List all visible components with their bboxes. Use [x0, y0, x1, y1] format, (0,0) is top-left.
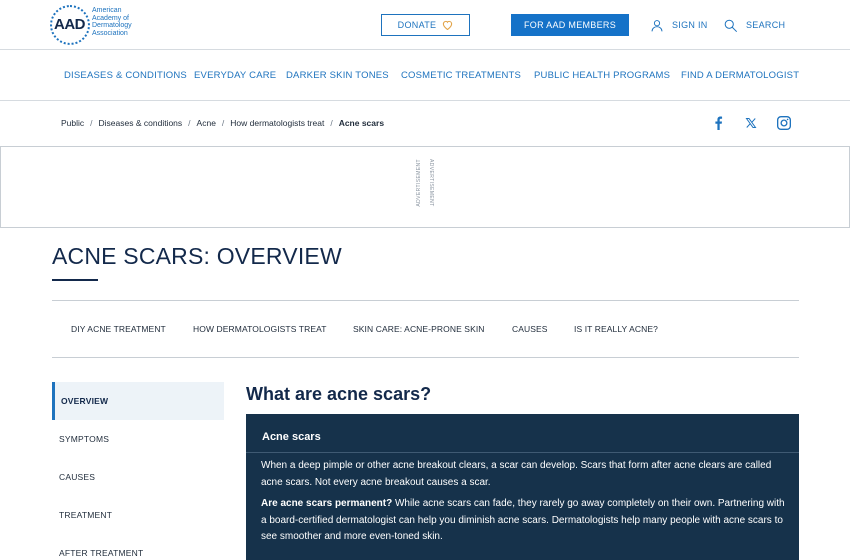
- aad-logo[interactable]: AAD American Academy of Dermatology Asso…: [50, 5, 190, 45]
- nav-darker-skin-tones[interactable]: DARKER SKIN TONES: [286, 70, 389, 81]
- x-icon: [745, 118, 757, 128]
- advertisement-label: ADVERTISEMENT: [416, 159, 422, 207]
- infobox-title: Acne scars: [262, 431, 321, 443]
- breadcrumb-separator: /: [221, 118, 225, 128]
- search-label: SEARCH: [746, 20, 786, 30]
- breadcrumb-how-dermatologists-treat[interactable]: How dermatologists treat: [230, 118, 324, 128]
- logo-text: American Academy of Dermatology Associat…: [92, 7, 172, 37]
- breadcrumb-separator: /: [90, 118, 93, 128]
- members-label: FOR AAD MEMBERS: [523, 20, 616, 30]
- breadcrumb-separator: /: [330, 118, 333, 128]
- logo-line: Association: [92, 29, 128, 37]
- page-title: ACNE SCARS: OVERVIEW: [52, 243, 342, 269]
- logo-line: American: [92, 7, 122, 14]
- acne-scars-infobox: Acne scars When a deep pimple or other a…: [246, 414, 799, 560]
- instagram-link[interactable]: [774, 114, 794, 132]
- breadcrumb: Public / Diseases & conditions / Acne / …: [61, 118, 384, 128]
- sign-in-link[interactable]: SIGN IN: [650, 17, 708, 33]
- facebook-icon: [714, 116, 722, 130]
- sidebar-item-overview[interactable]: OVERVIEW: [52, 382, 224, 420]
- infobox-question: Are acne scars permanent?: [261, 498, 393, 509]
- logo-mark: AAD: [54, 16, 86, 33]
- user-icon: [651, 19, 663, 31]
- donate-button[interactable]: DONATE: [381, 14, 470, 36]
- logo-line: Dermatology: [92, 22, 132, 29]
- nav-cosmetic-treatments[interactable]: COSMETIC TREATMENTS: [401, 70, 521, 81]
- breadcrumb-separator: /: [188, 118, 191, 128]
- instagram-icon: [777, 116, 791, 130]
- heart-icon: [443, 20, 453, 30]
- site-header: AAD American Academy of Dermatology Asso…: [0, 0, 850, 50]
- advertisement-slot: ADVERTISEMENT ADVERTISEMENT: [0, 146, 850, 228]
- sidebar-item-symptoms[interactable]: SYMPTOMS: [52, 420, 224, 458]
- nav-everyday-care[interactable]: EVERYDAY CARE: [194, 70, 276, 81]
- sidebar-item-after-treatment[interactable]: AFTER TREATMENT: [52, 534, 224, 560]
- nav-diseases-conditions[interactable]: DISEASES & CONDITIONS: [64, 70, 187, 81]
- subnav-skin-care-acne-prone[interactable]: SKIN CARE: ACNE-PRONE SKIN: [353, 324, 485, 334]
- subnav-causes[interactable]: CAUSES: [512, 324, 548, 334]
- section-heading: What are acne scars?: [246, 384, 432, 404]
- infobox-paragraph: Are acne scars permanent? While acne sca…: [261, 496, 786, 546]
- infobox-paragraph: When a deep pimple or other acne breakou…: [261, 460, 772, 488]
- nav-public-health-programs[interactable]: PUBLIC HEALTH PROGRAMS: [534, 70, 670, 81]
- facebook-link[interactable]: [708, 114, 728, 132]
- subnav-is-it-really-acne[interactable]: IS IT REALLY ACNE?: [574, 324, 658, 334]
- breadcrumb-current: Acne scars: [338, 118, 385, 128]
- breadcrumb-diseases-conditions[interactable]: Diseases & conditions: [99, 118, 183, 128]
- x-link[interactable]: [741, 114, 761, 132]
- search-link[interactable]: SEARCH: [723, 17, 785, 33]
- subnav-how-dermatologists-treat[interactable]: HOW DERMATOLOGISTS TREAT: [193, 324, 327, 334]
- sidebar-item-treatment[interactable]: TREATMENT: [52, 496, 224, 534]
- main-navigation: DISEASES & CONDITIONS EVERYDAY CARE DARK…: [0, 50, 850, 101]
- breadcrumb-acne[interactable]: Acne: [197, 118, 216, 128]
- search-icon: [724, 19, 737, 32]
- infobox-divider: [246, 452, 799, 453]
- sidebar-item-causes[interactable]: CAUSES: [52, 458, 224, 496]
- donate-label: DONATE: [397, 20, 437, 30]
- nav-find-a-dermatologist[interactable]: FIND A DERMATOLOGIST: [681, 70, 799, 81]
- logo-line: Academy of: [92, 14, 129, 22]
- sign-in-label: SIGN IN: [672, 20, 708, 30]
- subnav-diy-acne-treatment[interactable]: DIY ACNE TREATMENT: [71, 324, 166, 334]
- title-underline: [52, 279, 98, 281]
- advertisement-label: ADVERTISEMENT: [428, 159, 434, 207]
- aad-members-button[interactable]: FOR AAD MEMBERS: [511, 14, 629, 36]
- breadcrumb-public[interactable]: Public: [61, 118, 84, 128]
- subnav-divider: [52, 357, 799, 358]
- subnav-divider: [52, 300, 799, 301]
